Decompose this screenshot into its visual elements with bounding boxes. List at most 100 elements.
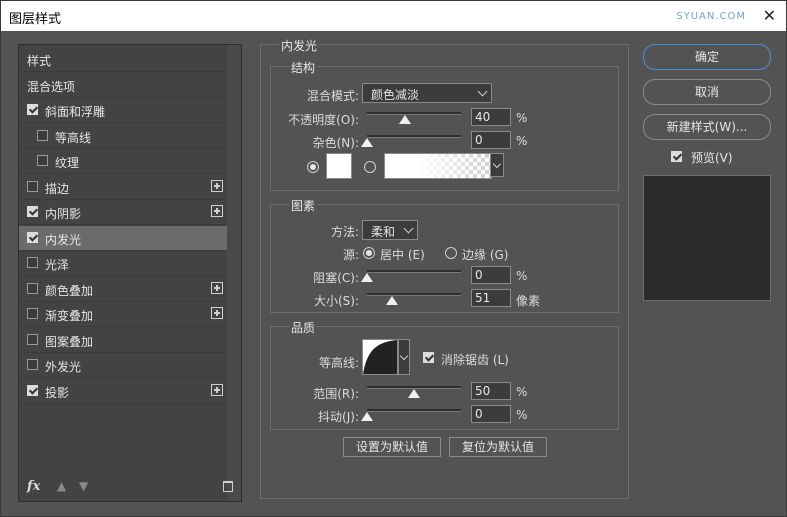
quality-group: 品质 等高线: 消除锯齿 (L) 范围(R): 50 % 抖动(J): 0 % xyxy=(270,319,619,430)
cancel-button[interactable]: 取消 xyxy=(643,79,771,105)
style-item-checkbox[interactable] xyxy=(27,308,38,319)
style-item[interactable]: 投影 xyxy=(19,379,227,404)
add-effect-icon[interactable] xyxy=(211,383,223,396)
style-item[interactable]: 斜面和浮雕 xyxy=(19,98,227,123)
new-style-button[interactable]: 新建样式(W)... xyxy=(643,114,771,140)
noise-unit: % xyxy=(516,134,528,148)
range-slider-thumb[interactable] xyxy=(408,389,420,398)
add-effect-icon[interactable] xyxy=(211,205,223,217)
style-item-checkbox[interactable] xyxy=(27,104,38,115)
style-list-scrollbar[interactable] xyxy=(227,45,241,501)
opacity-slider-thumb[interactable] xyxy=(398,115,411,124)
contour-label: 等高线: xyxy=(318,356,359,370)
choke-unit: % xyxy=(516,269,528,283)
source-center-radio[interactable] xyxy=(363,247,375,259)
opacity-input[interactable]: 40 xyxy=(471,108,511,126)
move-up-icon[interactable]: ▲ xyxy=(57,479,66,493)
style-item[interactable]: 描边 xyxy=(19,175,227,200)
style-item-label: 等高线 xyxy=(55,130,92,145)
inner-glow-panel: 内发光 结构 混合模式: 颜色减淡 不透明度(O): 40 % 杂色(N): 0… xyxy=(260,37,629,499)
method-value: 柔和 xyxy=(371,225,396,239)
preview-checkbox[interactable] xyxy=(671,151,682,162)
choke-label: 阻塞(C): xyxy=(313,271,359,285)
jitter-unit: % xyxy=(516,408,528,422)
noise-label: 杂色(N): xyxy=(312,136,359,150)
gradient-radio[interactable] xyxy=(364,161,376,173)
style-item[interactable]: 渐变叠加 xyxy=(19,302,227,327)
choke-slider-thumb[interactable] xyxy=(361,273,373,282)
opacity-slider[interactable] xyxy=(367,112,461,115)
style-item[interactable]: 纹理 xyxy=(19,149,227,174)
solid-color-radio[interactable] xyxy=(307,161,319,173)
style-item[interactable]: 内发光 xyxy=(19,225,227,251)
style-item-label: 投影 xyxy=(45,385,70,400)
contour-preview[interactable] xyxy=(362,339,398,375)
size-input[interactable]: 51 xyxy=(471,289,511,307)
blend-mode-select[interactable]: 颜色减淡 xyxy=(362,83,492,103)
source-edge-radio[interactable] xyxy=(445,247,457,259)
range-input[interactable]: 50 xyxy=(471,382,511,400)
style-item[interactable]: 混合选项 xyxy=(19,73,227,98)
size-unit: 像素 xyxy=(516,294,541,308)
method-select[interactable]: 柔和 xyxy=(362,220,418,240)
style-item-label: 描边 xyxy=(45,181,70,196)
ok-button[interactable]: 确定 xyxy=(643,44,771,70)
make-default-button[interactable]: 设置为默认值 xyxy=(343,437,441,457)
jitter-input[interactable]: 0 xyxy=(471,405,511,423)
style-list-panel: 样式混合选项斜面和浮雕等高线纹理描边内阴影内发光光泽颜色叠加渐变叠加图案叠加 外发… xyxy=(18,44,242,502)
size-slider-thumb[interactable] xyxy=(386,296,398,305)
style-item-label: 样式 xyxy=(27,54,52,68)
jitter-slider-thumb[interactable] xyxy=(361,412,373,421)
choke-slider[interactable] xyxy=(367,270,461,273)
style-item-checkbox[interactable] xyxy=(37,129,48,141)
style-item-label: 内阴影 xyxy=(45,207,82,221)
contour-dropdown[interactable] xyxy=(398,339,410,375)
choke-input[interactable]: 0 xyxy=(471,266,511,284)
structure-group: 结构 混合模式: 颜色减淡 不透明度(O): 40 % 杂色(N): 0 % xyxy=(270,59,619,191)
style-item-label: 渐变叠加 xyxy=(45,309,94,323)
style-item-checkbox[interactable] xyxy=(27,206,38,217)
style-item[interactable]: 图案叠加 xyxy=(19,328,227,353)
jitter-label: 抖动(J): xyxy=(318,410,359,424)
trash-icon[interactable] xyxy=(223,481,233,492)
reset-default-button[interactable]: 复位为默认值 xyxy=(449,437,547,457)
add-effect-icon[interactable] xyxy=(211,281,223,294)
gradient-dropdown[interactable] xyxy=(490,153,504,177)
noise-slider[interactable] xyxy=(367,135,461,138)
elements-group: 图素 方法: 柔和 源: 居中 (E) 边缘 (G) 阻塞(C): 0 % 大小… xyxy=(270,197,619,313)
fx-button[interactable]: fx xyxy=(27,479,40,494)
move-down-icon[interactable]: ▼ xyxy=(79,479,88,493)
layer-style-dialog: 图层样式 SYUAN.COM ✕ 样式 混合选项 斜面和浮雕 等高线 纹理 描边 内阴影 内发… xyxy=(0,0,787,517)
size-label: 大小(S): xyxy=(313,294,359,308)
style-item-label: 混合选项 xyxy=(27,79,76,94)
gradient-swatch[interactable] xyxy=(384,153,492,179)
style-item[interactable]: 颜色叠加 xyxy=(19,277,227,302)
style-item-checkbox[interactable] xyxy=(27,384,38,396)
style-item-checkbox[interactable] xyxy=(37,155,48,166)
noise-value: 0 xyxy=(475,133,483,147)
style-item[interactable]: 等高线 xyxy=(19,124,227,149)
style-item[interactable]: 内阴影 xyxy=(19,200,227,225)
style-item-checkbox[interactable] xyxy=(27,257,38,268)
choke-value: 0 xyxy=(475,268,483,282)
style-item[interactable]: 外发光 xyxy=(19,353,227,378)
source-edge-label: 边缘 (G) xyxy=(462,248,509,262)
jitter-slider[interactable] xyxy=(367,409,461,412)
style-item-checkbox[interactable] xyxy=(27,333,38,345)
close-icon[interactable]: ✕ xyxy=(763,6,776,25)
style-item-label: 光泽 xyxy=(45,258,70,272)
add-effect-icon[interactable] xyxy=(211,179,223,192)
noise-input[interactable]: 0 xyxy=(471,131,511,149)
style-item[interactable]: 样式 xyxy=(19,47,227,72)
style-preview-thumbnail xyxy=(643,175,771,301)
style-item-checkbox[interactable] xyxy=(27,180,38,192)
anti-alias-checkbox[interactable] xyxy=(423,352,434,363)
style-item-checkbox[interactable] xyxy=(27,282,38,294)
glow-color-swatch[interactable] xyxy=(326,153,352,179)
size-slider[interactable] xyxy=(367,293,461,296)
style-item-checkbox[interactable] xyxy=(27,231,38,243)
style-item[interactable]: 光泽 xyxy=(19,251,227,276)
style-item-checkbox[interactable] xyxy=(27,359,38,370)
noise-slider-thumb[interactable] xyxy=(361,138,373,147)
add-effect-icon[interactable] xyxy=(211,307,223,319)
